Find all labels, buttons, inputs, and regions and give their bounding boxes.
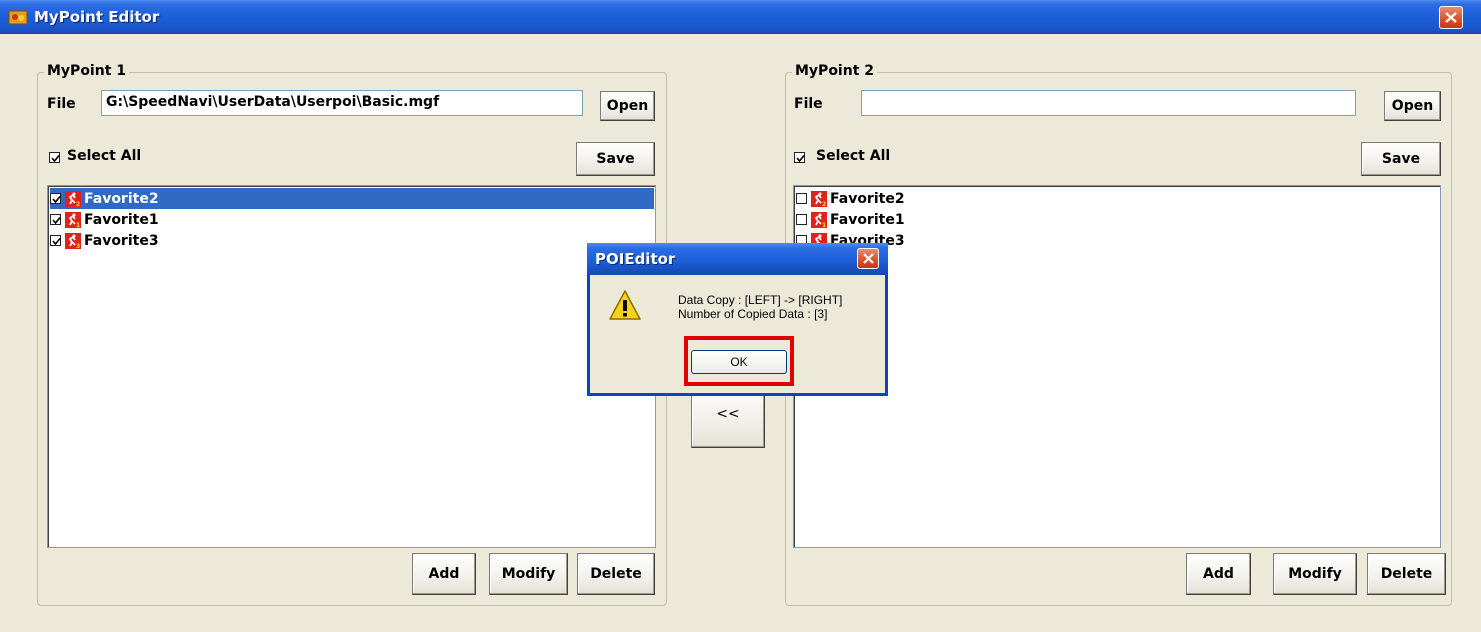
svg-text:1: 1 [76,222,80,228]
favorite-icon: 1 [65,211,81,228]
file-path-field-left[interactable]: G:\SpeedNavi\UserData\Userpoi\Basic.mgf [101,90,583,116]
list-item[interactable]: 2 Favorite2 [796,188,905,209]
dialog-message-line1: Data Copy : [LEFT] -> [RIGHT] [678,293,843,307]
poi-list-right[interactable]: 2 Favorite2 1 Favorite1 3 Favorite3 [793,185,1441,548]
checkmark-icon [52,195,61,204]
modify-button-right[interactable]: Modify [1273,553,1357,595]
dialog-close-button[interactable] [857,248,879,269]
window-close-button[interactable] [1439,6,1463,29]
item-label: Favorite2 [830,190,905,207]
select-all-label-right: Select All [816,148,891,164]
save-button-left[interactable]: Save [576,142,655,176]
dialog-title: POIEditor [595,250,676,268]
add-button-left[interactable]: Add [412,553,476,595]
list-item[interactable]: 1 Favorite1 [50,209,654,230]
svg-text:3: 3 [76,243,80,249]
close-icon [1445,12,1457,23]
checkmark-icon [52,237,61,246]
item-checkbox[interactable] [50,193,61,204]
item-checkbox[interactable] [50,214,61,225]
mypoint-editor-window: MyPoint Editor MyPoint 1 File G:\SpeedNa… [0,0,1481,632]
item-label: Favorite1 [84,211,159,228]
favorite-icon: 2 [811,190,827,207]
close-icon [863,253,874,264]
poi-list-left[interactable]: 2 Favorite2 1 Favorite1 3 Favorite3 [47,185,656,548]
item-label: Favorite3 [84,232,159,249]
dialog-message-line2: Number of Copied Data : [3] [678,307,828,321]
item-checkbox[interactable] [50,235,61,246]
ok-button-highlight [684,336,794,386]
favorite-icon: 2 [65,190,81,207]
item-label: Favorite2 [84,190,159,207]
file-path-field-right[interactable] [861,90,1356,116]
warning-icon [609,290,641,320]
select-all-checkbox-right[interactable] [794,152,805,163]
file-label-left: File [47,96,76,112]
list-item[interactable]: 3 Favorite3 [50,230,654,251]
svg-text:2: 2 [76,201,80,207]
modify-button-left[interactable]: Modify [489,553,568,595]
title-bar: MyPoint Editor [0,0,1481,34]
item-checkbox[interactable] [796,193,807,204]
checkmark-icon [51,154,60,163]
checkmark-icon [52,216,61,225]
checkmark-icon [796,154,805,163]
svg-text:2: 2 [822,201,826,207]
item-label: Favorite1 [830,211,905,228]
group-title-mypoint2: MyPoint 2 [792,63,878,79]
favorite-icon: 1 [811,211,827,228]
dialog-title-bar: POIEditor [587,243,888,275]
svg-text:1: 1 [822,222,826,228]
list-item[interactable]: 1 Favorite1 [796,209,905,230]
delete-button-right[interactable]: Delete [1367,553,1446,595]
select-all-checkbox-left[interactable] [49,152,60,163]
save-button-right[interactable]: Save [1361,142,1441,176]
window-title: MyPoint Editor [34,8,160,26]
app-icon [8,10,28,25]
select-all-label-left: Select All [67,148,142,164]
item-checkbox[interactable] [796,214,807,225]
file-label-right: File [794,96,823,112]
list-item[interactable]: 2 Favorite2 [50,188,654,209]
delete-button-left[interactable]: Delete [577,553,655,595]
add-button-right[interactable]: Add [1186,553,1251,595]
open-button-left[interactable]: Open [600,91,655,121]
open-button-right[interactable]: Open [1384,91,1441,121]
group-title-mypoint1: MyPoint 1 [44,63,130,79]
favorite-icon: 3 [65,232,81,249]
